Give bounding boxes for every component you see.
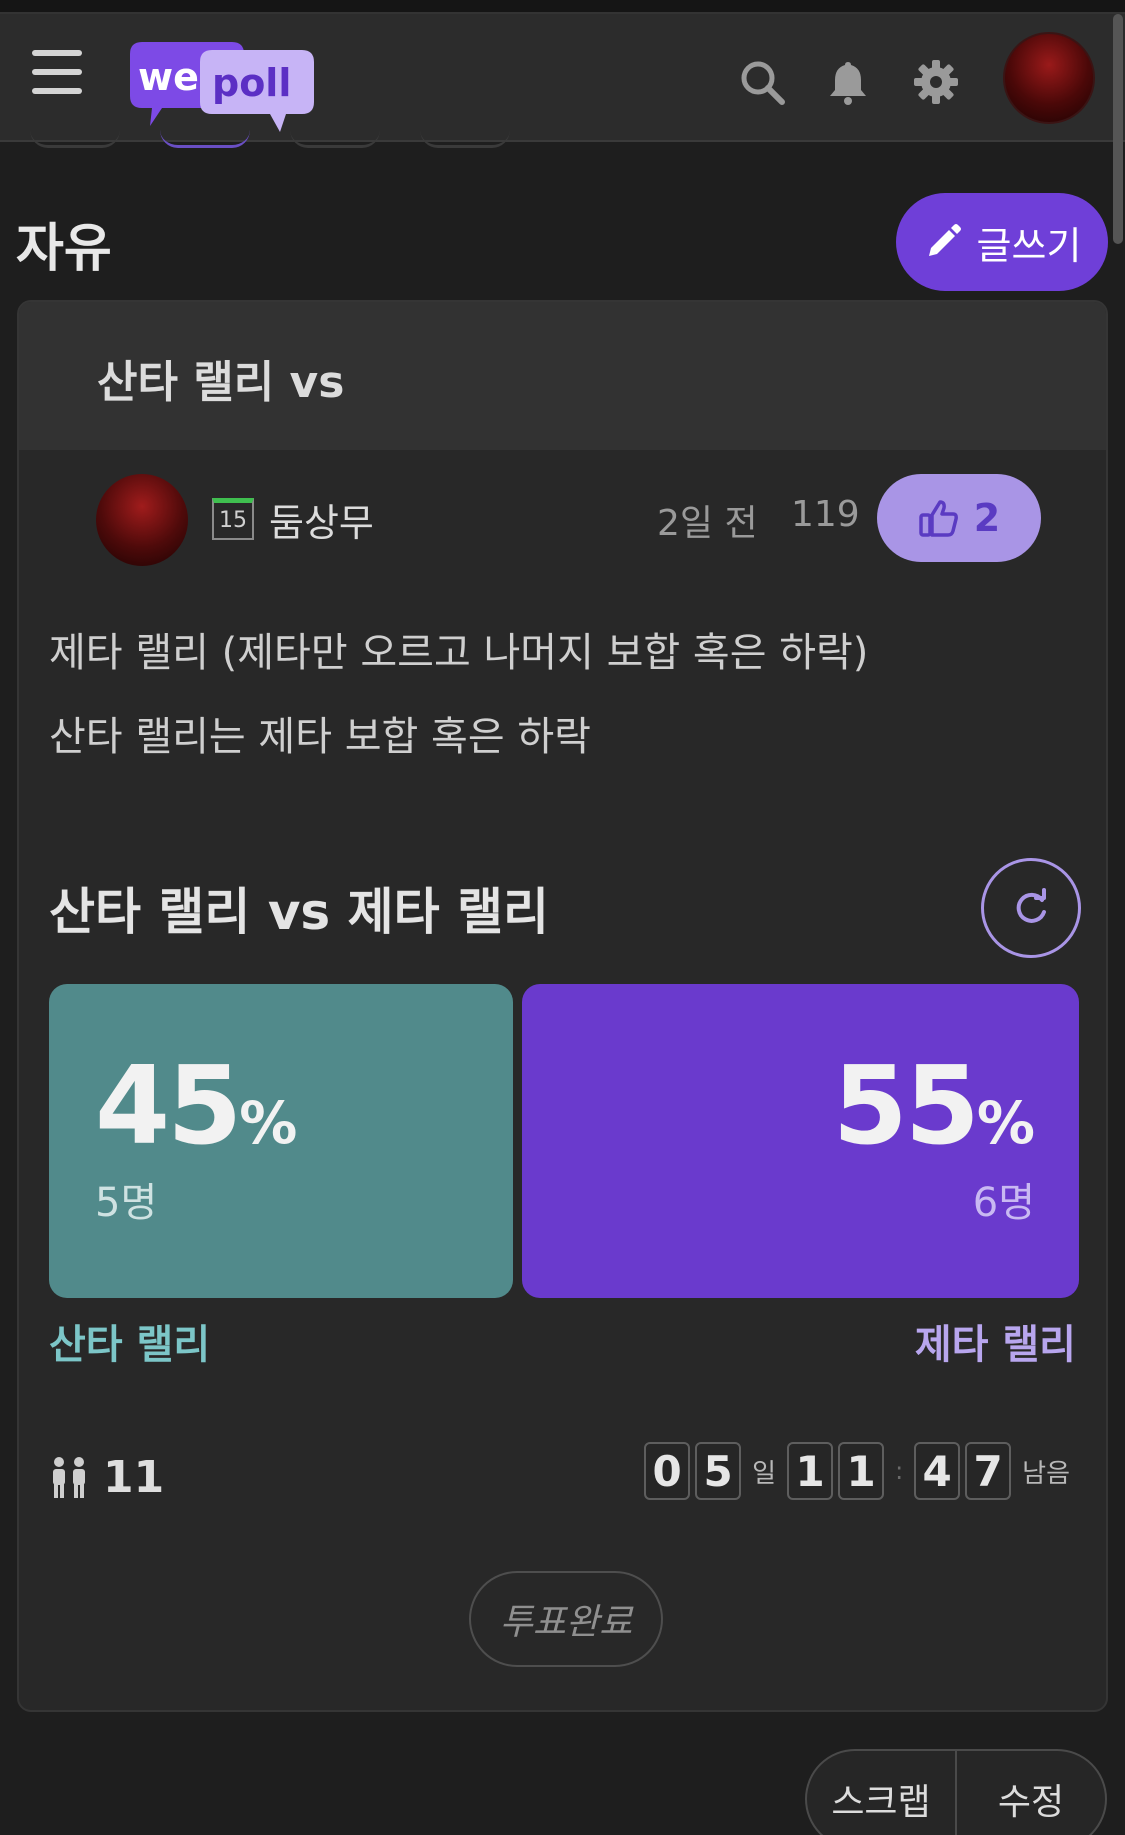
voter-count: 11 — [49, 1452, 164, 1503]
pencil-icon — [928, 224, 961, 256]
poll-option-b[interactable]: 55% 6명 — [522, 984, 1079, 1298]
countdown-colon: : — [895, 1457, 904, 1485]
poll-option-b-count: 6명 — [972, 1180, 1035, 1226]
post-title: 산타 랠리 vs — [97, 357, 345, 408]
gear-icon[interactable] — [912, 58, 960, 106]
search-icon[interactable] — [738, 58, 786, 106]
countdown-digit: 1 — [787, 1442, 834, 1500]
refresh-icon — [1016, 888, 1046, 923]
write-button-label: 글쓰기 — [976, 223, 1082, 268]
scrap-button[interactable]: 스크랩 — [807, 1751, 955, 1835]
menu-icon[interactable] — [32, 50, 82, 94]
poll-title: 산타 랠리 vs 제타 랠리 — [49, 883, 549, 941]
wepoll-logo[interactable]: we poll — [126, 38, 318, 138]
like-count: 2 — [973, 496, 1001, 540]
post-card: 산타 랠리 vs 15 둠상무 2일 전 119 2 제타 랠리 (제타만 오르… — [17, 300, 1108, 1712]
countdown-remaining-label: 남음 — [1022, 1458, 1070, 1489]
bell-icon[interactable] — [824, 58, 872, 106]
thumbs-up-icon — [919, 500, 958, 537]
post-body-line: 제타 랠리 (제타만 오르고 나머지 보합 혹은 하락) — [49, 630, 869, 676]
author-name[interactable]: 둠상무 — [269, 492, 374, 547]
poll-option-b-percent: 55% — [832, 1044, 1035, 1169]
post-body-line: 산타 랠리는 제타 보합 혹은 하락 — [49, 714, 591, 760]
poll-option-b-label: 제타 랠리 — [914, 1322, 1076, 1368]
post-actions: 스크랩 수정 — [805, 1749, 1107, 1835]
countdown-digit: 7 — [965, 1442, 1012, 1500]
voter-count-value: 11 — [103, 1452, 165, 1503]
board-title: 자유 — [16, 219, 112, 279]
vote-complete-badge: 투표완료 — [469, 1571, 663, 1667]
level-badge: 15 — [212, 498, 254, 540]
countdown-digit: 0 — [644, 1442, 691, 1500]
countdown-digit: 1 — [838, 1442, 885, 1500]
countdown-timer: 0 5 일 1 1 : 4 7 남음 — [644, 1442, 1076, 1500]
avatar[interactable] — [1003, 32, 1095, 124]
people-icon — [53, 1456, 85, 1498]
category-tabs — [0, 130, 1125, 150]
svg-text:poll: poll — [212, 61, 291, 105]
app-header: we poll — [0, 14, 1125, 142]
countdown-digit: 5 — [695, 1442, 742, 1500]
refresh-button[interactable] — [981, 858, 1081, 958]
like-button[interactable]: 2 — [877, 474, 1041, 562]
post-header: 산타 랠리 vs — [19, 302, 1106, 450]
view-count: 119 — [791, 494, 860, 535]
top-edge — [0, 0, 1125, 14]
edit-button[interactable]: 수정 — [955, 1751, 1105, 1835]
svg-text:we: we — [138, 55, 199, 99]
countdown-digit: 4 — [914, 1442, 961, 1500]
scrollbar[interactable] — [1113, 14, 1123, 244]
author-avatar[interactable] — [96, 474, 188, 566]
countdown-day-unit: 일 — [752, 1458, 777, 1489]
post-time: 2일 전 — [657, 503, 758, 544]
poll-option-a-label: 산타 랠리 — [49, 1322, 211, 1368]
poll-option-a-count: 5명 — [95, 1180, 158, 1226]
poll-option-a[interactable]: 45% 5명 — [49, 984, 513, 1298]
write-button[interactable]: 글쓰기 — [896, 193, 1108, 291]
poll-option-a-percent: 45% — [95, 1044, 298, 1169]
